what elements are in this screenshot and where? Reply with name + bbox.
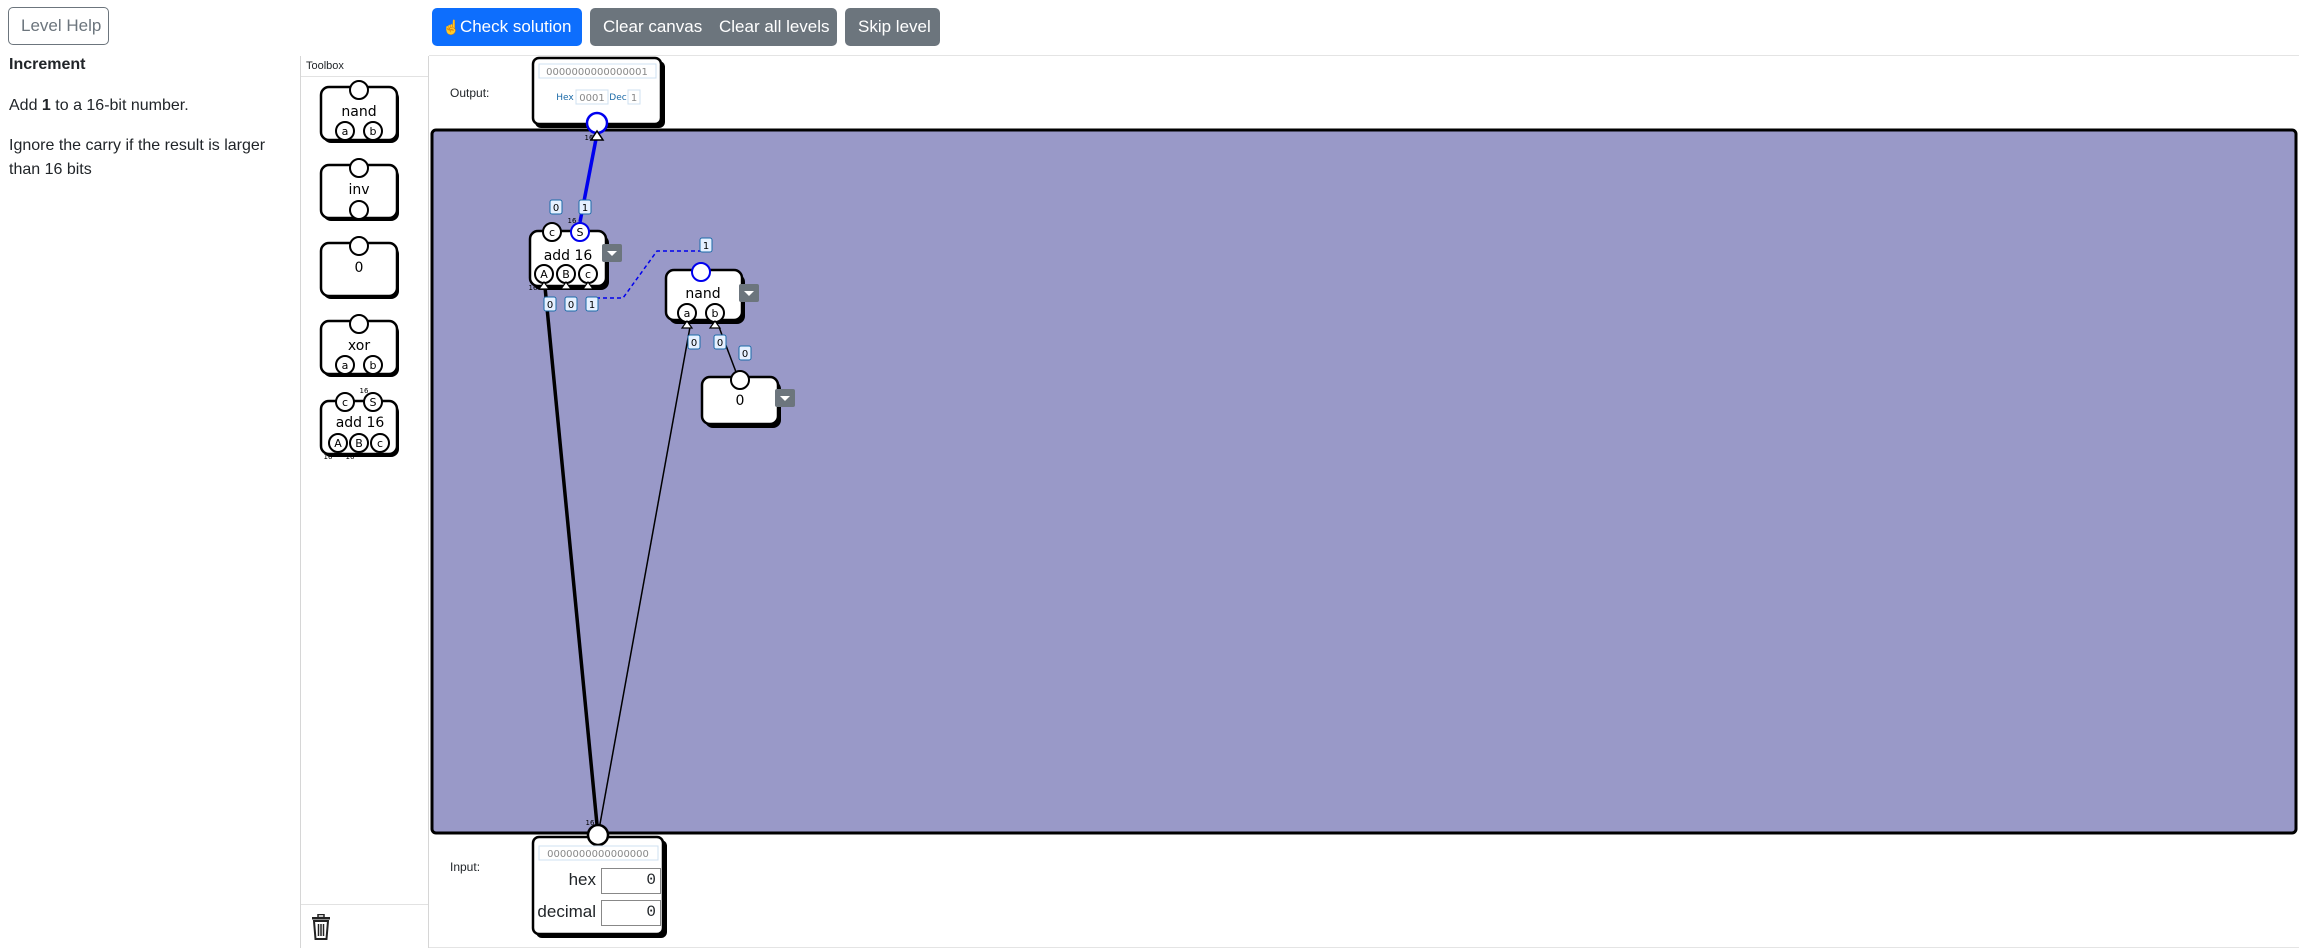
thumbs-up-icon: ☝ (442, 19, 460, 35)
level-title: Increment (9, 56, 86, 73)
input-decimal-label: decimal (537, 902, 596, 921)
nand-out-value: 1 (703, 241, 709, 252)
output-bits: 0000000000000001 (546, 67, 648, 78)
clear-canvas-button[interactable]: Clear canvas (590, 8, 707, 46)
toolbox-divider-bottom (301, 904, 428, 905)
nand-in-b: b (712, 307, 719, 320)
circuit-canvas[interactable]: 0000000000000001 Hex 0001 Dec 1 16 c S 1… (429, 55, 2299, 948)
toolbox-inv[interactable]: inv (319, 158, 399, 221)
nand-label: nand (685, 286, 720, 302)
const0-label: 0 (736, 393, 745, 409)
input-hex-label: hex (568, 870, 596, 889)
nand-in-a-value: 0 (691, 338, 697, 349)
desc-post: to a 16-bit number. (50, 97, 189, 114)
clear-all-levels-button[interactable]: Clear all levels (706, 8, 837, 46)
nand-in-b-value: 0 (717, 338, 723, 349)
level-help-button[interactable]: Level Help (8, 7, 109, 45)
toolbox-xor-port-b: b (370, 359, 377, 372)
toolbox-add16-width-b: 16 (346, 453, 355, 461)
output-hex-value: 0001 (579, 93, 604, 104)
toolbox-add16-out-c: c (342, 396, 348, 409)
desc-bold: 1 (41, 97, 51, 114)
toolbox-xor[interactable]: xor a b (319, 314, 399, 377)
input-port[interactable] (586, 823, 610, 847)
toolbox-add16-out-s: S (370, 396, 377, 409)
input-hex-field[interactable]: 0 (601, 868, 661, 894)
trash-icon[interactable] (309, 913, 333, 940)
nand-output-port[interactable] (691, 262, 711, 282)
adder16-out-s-value: 1 (582, 203, 588, 214)
toolbox-components: nand a b inv 0 xor a b 16 c S add 16 A B… (319, 80, 399, 461)
toolbox-const0-label: 0 (355, 260, 364, 276)
output-hex-label: Hex (556, 93, 574, 103)
adder16-in-c: c (585, 268, 591, 281)
toolbox-add16-in-a: A (334, 437, 342, 450)
adder16-out-s: S (577, 226, 584, 239)
output-dec-label: Dec (609, 93, 626, 103)
toolbox-add16[interactable]: 16 c S add 16 A B c 16 16 (319, 387, 399, 461)
workspace-area[interactable] (430, 128, 2298, 835)
adder16-in-width: 16 (529, 284, 538, 292)
toolbox-add16-label: add 16 (336, 415, 385, 431)
adder16-out-c-value: 0 (553, 203, 559, 214)
toolbox-add16-in-c: c (377, 437, 383, 450)
toolbox-nand-port-a: a (342, 125, 349, 138)
adder16-label: add 16 (544, 248, 593, 264)
toolbox-add16-width-a: 16 (324, 453, 333, 461)
toolbox-const0[interactable]: 0 (319, 236, 399, 299)
nand-in-a: a (684, 307, 691, 320)
adder16-out-c: c (549, 226, 555, 239)
toolbox-xor-port-a: a (342, 359, 349, 372)
toolbox-xor-label: xor (348, 338, 370, 354)
desc-pre: Add (9, 97, 42, 114)
const0-out-value: 0 (742, 349, 748, 360)
adder16-in-b-value: 0 (568, 300, 574, 311)
adder16-in-b: B (562, 268, 570, 281)
skip-level-button[interactable]: Skip level (845, 8, 940, 46)
output-bus-width: 16 (585, 134, 594, 142)
toolbox-nand-port-b: b (370, 125, 377, 138)
output-dec-value: 1 (631, 93, 637, 104)
adder16-in-a: A (540, 268, 548, 281)
input-bits: 0000000000000000 (547, 849, 649, 860)
const0-output-port[interactable] (730, 370, 750, 390)
toolbox-nand-label: nand (341, 104, 376, 120)
level-description-line1: Add 1 to a 16-bit number. (9, 94, 294, 118)
check-solution-label: Check solution (459, 17, 572, 36)
toolbox-add16-in-b: B (355, 437, 363, 450)
check-solution-button[interactable]: ☝Check solution (432, 8, 582, 46)
toolbox-inv-label: inv (348, 182, 369, 198)
adder16-out-width: 16 (568, 217, 577, 225)
input-decimal-field[interactable]: 0 (601, 900, 661, 926)
toolbox-nand[interactable]: nand a b (319, 80, 399, 143)
level-description-line2: Ignore the carry if the result is larger… (9, 137, 266, 178)
adder16-in-c-value: 1 (589, 300, 595, 311)
adder16-in-a-value: 0 (547, 300, 553, 311)
